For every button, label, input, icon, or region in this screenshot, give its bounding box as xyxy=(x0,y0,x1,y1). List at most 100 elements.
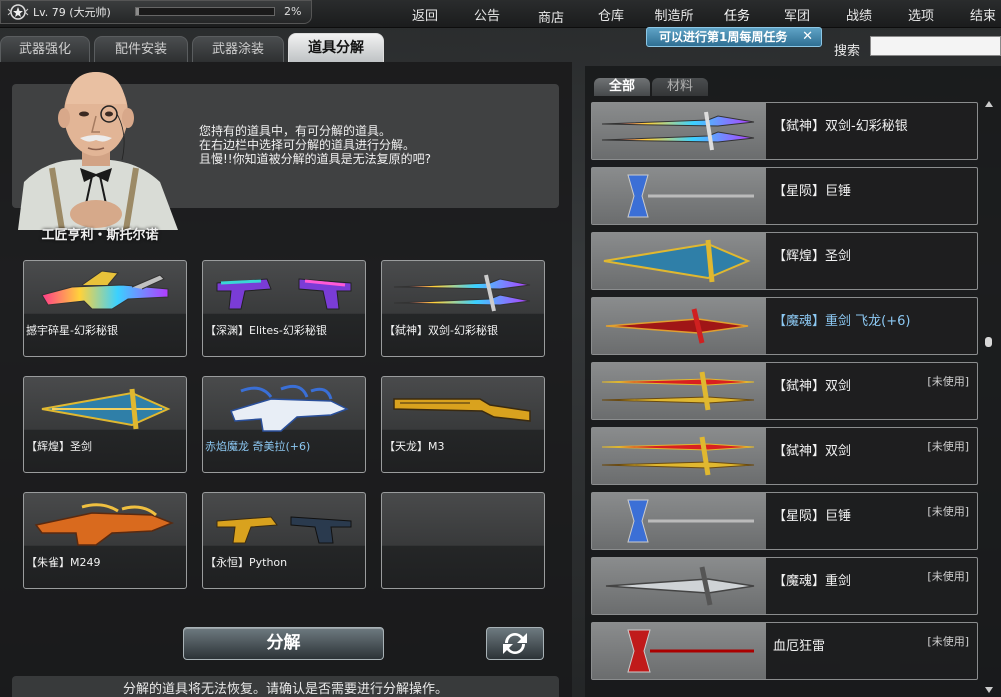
nav-record-label: 战绩 xyxy=(845,9,872,24)
inventory-item[interactable]: 【魔魂】重剑 飞龙(+6) xyxy=(591,297,978,355)
player-level: Lv. 79 (大元帅) xyxy=(33,6,111,19)
decompose-slot-empty[interactable] xyxy=(381,492,545,589)
slot-label: 赤焰魔龙 奇美拉(+6) xyxy=(205,440,311,453)
decompose-slot[interactable]: 撼宇碎星-幻彩秘银 xyxy=(23,260,187,357)
item-thumbnail xyxy=(592,363,766,419)
slot-label: 【永恒】Python xyxy=(205,556,288,569)
tab-weapon-paint[interactable]: 武器涂装 xyxy=(192,36,284,62)
tab-accessory-install[interactable]: 配件安装 xyxy=(94,36,188,62)
item-name: 【星陨】巨锤 xyxy=(773,509,852,524)
item-thumbnail xyxy=(592,428,766,484)
tab-weapon-enhance[interactable]: 武器强化 xyxy=(0,36,90,62)
tab-all[interactable]: 全部 xyxy=(594,78,650,96)
item-status: [未使用] xyxy=(927,375,969,388)
decompose-button[interactable]: 分解 xyxy=(183,627,384,660)
item-name: 【魔魂】重剑 xyxy=(773,574,852,589)
decompose-slot[interactable]: 【弑神】双剑-幻彩秘银 xyxy=(381,260,545,357)
weapon-image xyxy=(393,398,531,422)
weapon-image xyxy=(605,566,755,606)
item-status: [未使用] xyxy=(927,440,969,453)
decompose-slot[interactable]: 【永恒】Python xyxy=(202,492,366,589)
tab-item-decompose[interactable]: 道具分解 xyxy=(288,33,384,62)
search-input[interactable] xyxy=(870,36,1001,56)
slot-label: 【天龙】M3 xyxy=(384,440,445,453)
item-thumbnail xyxy=(592,493,766,549)
inventory-item[interactable]: 【魔魂】重剑 [未使用] xyxy=(591,557,978,615)
item-status: [未使用] xyxy=(927,570,969,583)
slot-label: 【辉煌】圣剑 xyxy=(26,440,92,453)
item-name: 【魔魂】重剑 飞龙(+6) xyxy=(773,314,911,329)
item-name: 【弑神】双剑 xyxy=(773,379,852,394)
slot-label: 【弑神】双剑-幻彩秘银 xyxy=(384,324,498,337)
nav-mission[interactable]: 任务 xyxy=(720,5,754,24)
nav-options[interactable]: 选项 xyxy=(904,5,938,24)
inventory-item[interactable]: 【弑神】双剑 [未使用] xyxy=(591,362,978,420)
slot-label: 【深渊】Elites-幻彩秘银 xyxy=(205,324,327,337)
inventory-item[interactable]: 【星陨】巨锤 xyxy=(591,167,978,225)
item-thumbnail xyxy=(592,168,766,224)
close-icon[interactable]: ✕ xyxy=(802,28,813,46)
decompose-slot[interactable]: 【辉煌】圣剑 xyxy=(23,376,187,473)
nav-exit[interactable]: 结束 xyxy=(966,5,1000,24)
nav-factory[interactable]: 制造所 xyxy=(652,5,696,24)
nav-clan-label: 军团 xyxy=(783,9,810,24)
nav-options-label: 选项 xyxy=(907,9,934,24)
npc-dialog-text: 您持有的道具中，有可分解的道具。 在右边栏中选择可分解的道具进行分解。 且慢!!… xyxy=(199,124,431,166)
item-name: 【星陨】巨锤 xyxy=(773,184,852,199)
nav-exit-label: 结束 xyxy=(969,9,996,24)
xp-percent: 2% xyxy=(284,5,302,18)
nav-back-label: 返回 xyxy=(411,9,438,24)
weekly-quest-banner[interactable]: 可以进行第1周每周任务 ✕ xyxy=(646,27,822,47)
decompose-slot[interactable]: 赤焰魔龙 奇美拉(+6) xyxy=(202,376,366,473)
nav-clan[interactable]: 军团 xyxy=(780,5,814,24)
player-status: Lv. 79 (大元帅) 2% xyxy=(0,0,312,24)
nav-notice[interactable]: 公告 xyxy=(470,5,504,24)
npc-dialog-line: 在右边栏中选择可分解的道具进行分解。 xyxy=(199,138,416,152)
weapon-image xyxy=(216,516,352,544)
weapon-image xyxy=(603,239,751,283)
inventory-item[interactable]: 【辉煌】圣剑 xyxy=(591,232,978,290)
item-thumbnail xyxy=(592,233,766,289)
nav-shop[interactable]: 商店 xyxy=(534,7,568,26)
weapon-image xyxy=(627,629,754,673)
scrollbar-thumb[interactable] xyxy=(985,337,992,347)
nav-record[interactable]: 战绩 xyxy=(842,5,876,24)
scroll-up-icon[interactable] xyxy=(984,100,994,108)
inventory-item[interactable]: 【弑神】双剑 [未使用] xyxy=(591,427,978,485)
decompose-slot[interactable]: 【天龙】M3 xyxy=(381,376,545,473)
weekly-quest-text: 可以进行第1周每周任务 xyxy=(659,30,788,44)
weapon-image xyxy=(627,174,754,218)
npc-dialog-line: 您持有的道具中，有可分解的道具。 xyxy=(199,124,392,138)
decompose-slot[interactable]: 【深渊】Elites-幻彩秘银 xyxy=(202,260,366,357)
nav-mission-label: 任务 xyxy=(723,9,750,24)
item-name: 【辉煌】圣剑 xyxy=(773,249,852,264)
weapon-image xyxy=(601,371,755,411)
scroll-down-icon[interactable] xyxy=(984,686,994,694)
nav-warehouse-label: 仓库 xyxy=(597,9,624,24)
slot-label: 【朱雀】M249 xyxy=(26,556,101,569)
inventory-item[interactable]: 【弑神】双剑-幻彩秘银 xyxy=(591,102,978,160)
refresh-icon xyxy=(503,633,527,654)
decompose-slot[interactable]: 【朱雀】M249 xyxy=(23,492,187,589)
weapon-image xyxy=(605,308,749,344)
nav-warehouse[interactable]: 仓库 xyxy=(594,5,628,24)
refresh-button[interactable] xyxy=(486,627,544,660)
item-status: [未使用] xyxy=(927,635,969,648)
item-thumbnail xyxy=(592,103,766,159)
item-status: [未使用] xyxy=(927,505,969,518)
item-thumbnail xyxy=(592,558,766,614)
nav-notice-label: 公告 xyxy=(473,9,500,24)
weapon-image xyxy=(41,388,171,430)
item-name: 【弑神】双剑 xyxy=(773,444,852,459)
item-thumbnail xyxy=(592,298,766,354)
nav-factory-label: 制造所 xyxy=(654,9,694,24)
nav-shop-label: 商店 xyxy=(537,11,564,26)
npc-name: 工匠亨利・斯托尔诺 xyxy=(41,228,159,243)
item-name: 【弑神】双剑-幻彩秘银 xyxy=(773,119,908,134)
nav-back[interactable]: 返回 xyxy=(410,5,440,24)
inventory-item[interactable]: 【星陨】巨锤 [未使用] xyxy=(591,492,978,550)
tab-materials[interactable]: 材料 xyxy=(652,78,708,96)
inventory-item[interactable]: 血厄狂雷 [未使用] xyxy=(591,622,978,680)
search-label: 搜索 xyxy=(834,44,861,59)
xp-bar xyxy=(135,7,275,16)
